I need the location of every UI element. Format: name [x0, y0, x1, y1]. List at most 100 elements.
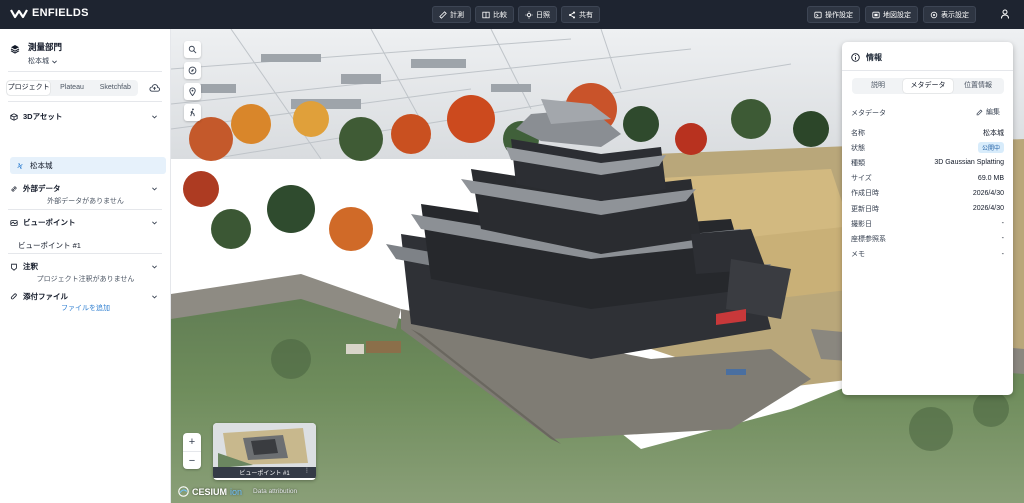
section-label: 外部データ	[23, 184, 61, 193]
search-button[interactable]	[184, 41, 201, 58]
ruler-icon	[439, 10, 447, 19]
metadata-value: 松本城	[983, 129, 1004, 137]
sunlight-label: 日照	[536, 11, 550, 19]
metadata-value: 3D Gaussian Splatting	[934, 159, 1004, 167]
paperclip-icon	[10, 292, 17, 299]
info-icon	[851, 53, 860, 62]
viewpoint-icon	[10, 219, 18, 226]
left-sidebar: 測量部門 松本城 プロジェクト Plateau Sketchfab 3Dアセット…	[0, 29, 171, 503]
metadata-key: 撮影日	[851, 220, 872, 228]
cesium-credit: CESIUM ion Data attribution	[178, 486, 297, 497]
pedestrian-icon	[190, 108, 195, 117]
tab-sketchfab[interactable]: Sketchfab	[94, 81, 137, 95]
control-settings-label: 操作設定	[825, 11, 853, 19]
display-settings-button[interactable]: 表示設定	[923, 6, 976, 23]
metadata-row-type: 種類 3D Gaussian Splatting	[851, 155, 1004, 170]
tab-description[interactable]: 説明	[853, 79, 903, 93]
top-bar: ENFIELDS 計測 比較 日照 共有 操作設定 地図設定 表示設定	[0, 0, 1024, 29]
add-file-link[interactable]: ファイルを追加	[0, 303, 171, 313]
metadata-value: -	[1001, 220, 1004, 228]
metadata-row-crs: 座標参照系 -	[851, 231, 1004, 246]
metadata-value: 2026/4/30	[972, 189, 1004, 197]
map-settings-icon	[872, 11, 880, 18]
tab-plateau[interactable]: Plateau	[50, 81, 93, 95]
control-settings-button[interactable]: 操作設定	[807, 6, 860, 23]
sun-icon	[525, 10, 533, 19]
map-tool-stack	[184, 41, 201, 121]
tab-location[interactable]: 位置情報	[953, 79, 1003, 93]
cloud-upload-icon[interactable]	[149, 83, 160, 93]
cesium-logo-icon	[178, 486, 189, 497]
info-panel-header: 情報	[851, 52, 882, 63]
status-badge: 公開中	[977, 142, 1004, 154]
metadata-value: 2026/4/30	[972, 205, 1004, 213]
note-icon	[11, 263, 17, 271]
zoom-out-button[interactable]: −	[183, 451, 201, 469]
metadata-row-status: 状態 公開中	[851, 140, 1004, 155]
compare-icon	[482, 11, 490, 18]
cube-icon	[10, 112, 18, 121]
tab-metadata[interactable]: メタデータ	[903, 79, 953, 93]
divider	[8, 71, 162, 72]
viewpoint-thumbnail[interactable]: ビューポイント #1 ⋮	[213, 423, 316, 480]
metadata-key: 種類	[851, 159, 865, 167]
compare-button[interactable]: 比較	[475, 6, 514, 23]
data-attribution-link[interactable]: Data attribution	[253, 488, 297, 495]
measure-button[interactable]: 計測	[432, 6, 471, 23]
info-panel-title: 情報	[866, 53, 882, 62]
metadata-key: 座標参照系	[851, 235, 886, 243]
viewpoint-thumbnail-label: ビューポイント #1 ⋮	[213, 467, 316, 478]
asset-item-matsumoto-castle[interactable]: 松本城	[10, 157, 166, 174]
cesium-brand: CESIUM	[192, 486, 228, 497]
edit-button[interactable]: 編集	[976, 107, 1000, 117]
metadata-value: -	[1001, 250, 1004, 258]
viewpoint-item[interactable]: ビューポイント #1	[18, 240, 81, 251]
section-label: 添付ファイル	[23, 292, 68, 301]
section-label: 3Dアセット	[23, 112, 63, 121]
tab-project[interactable]: プロジェクト	[7, 81, 51, 95]
metadata-row-updated: 更新日時 2026/4/30	[851, 201, 1004, 216]
project-selector[interactable]: 松本城	[28, 56, 62, 66]
map-settings-button[interactable]: 地図設定	[865, 6, 918, 23]
chevron-down-icon	[152, 265, 157, 269]
splat-icon	[17, 162, 23, 169]
viewpoint-preview-image	[213, 423, 316, 468]
thumbnail-menu-icon[interactable]: ⋮	[304, 467, 310, 474]
edit-label: 編集	[986, 109, 1000, 116]
section-external-data[interactable]: 外部データ	[10, 183, 162, 194]
compass-button[interactable]	[184, 62, 201, 79]
section-label: 注釈	[23, 262, 38, 271]
divider	[8, 101, 162, 102]
info-tabs: 説明 メタデータ 位置情報	[852, 78, 1004, 94]
location-button[interactable]	[184, 83, 201, 100]
cesium-ion: ion	[230, 486, 243, 497]
chevron-down-icon	[52, 59, 57, 64]
enfields-logo-icon	[10, 9, 28, 19]
walk-mode-button[interactable]	[184, 104, 201, 121]
project-header[interactable]: 測量部門 松本城	[10, 41, 62, 66]
share-button[interactable]: 共有	[561, 6, 600, 23]
metadata-key: サイズ	[851, 175, 872, 183]
section-3d-assets[interactable]: 3Dアセット	[10, 111, 162, 122]
link-icon	[11, 186, 17, 191]
section-notes[interactable]: 注釈	[10, 261, 162, 272]
metadata-key: 状態	[851, 144, 865, 152]
section-viewpoints[interactable]: ビューポイント	[10, 217, 162, 228]
chevron-down-icon	[152, 295, 157, 299]
sunlight-button[interactable]: 日照	[518, 6, 557, 23]
app-logo[interactable]: ENFIELDS	[10, 7, 89, 19]
toolbar-right: 操作設定 地図設定 表示設定	[807, 6, 976, 23]
compass-icon	[188, 66, 197, 75]
search-icon	[188, 45, 197, 54]
control-settings-icon	[814, 11, 822, 18]
user-icon[interactable]	[1000, 9, 1010, 19]
layers-icon	[10, 45, 20, 54]
metadata-key: 更新日時	[851, 205, 879, 213]
zoom-in-button[interactable]: +	[183, 433, 201, 451]
section-attachments[interactable]: 添付ファイル	[10, 291, 162, 302]
metadata-value: 69.0 MB	[977, 174, 1004, 182]
metadata-row-capture-date: 撮影日 -	[851, 216, 1004, 231]
metadata-row-size: サイズ 69.0 MB	[851, 171, 1004, 186]
viewpoint-thumbnail-text: ビューポイント #1	[239, 471, 290, 477]
measure-label: 計測	[450, 11, 464, 19]
